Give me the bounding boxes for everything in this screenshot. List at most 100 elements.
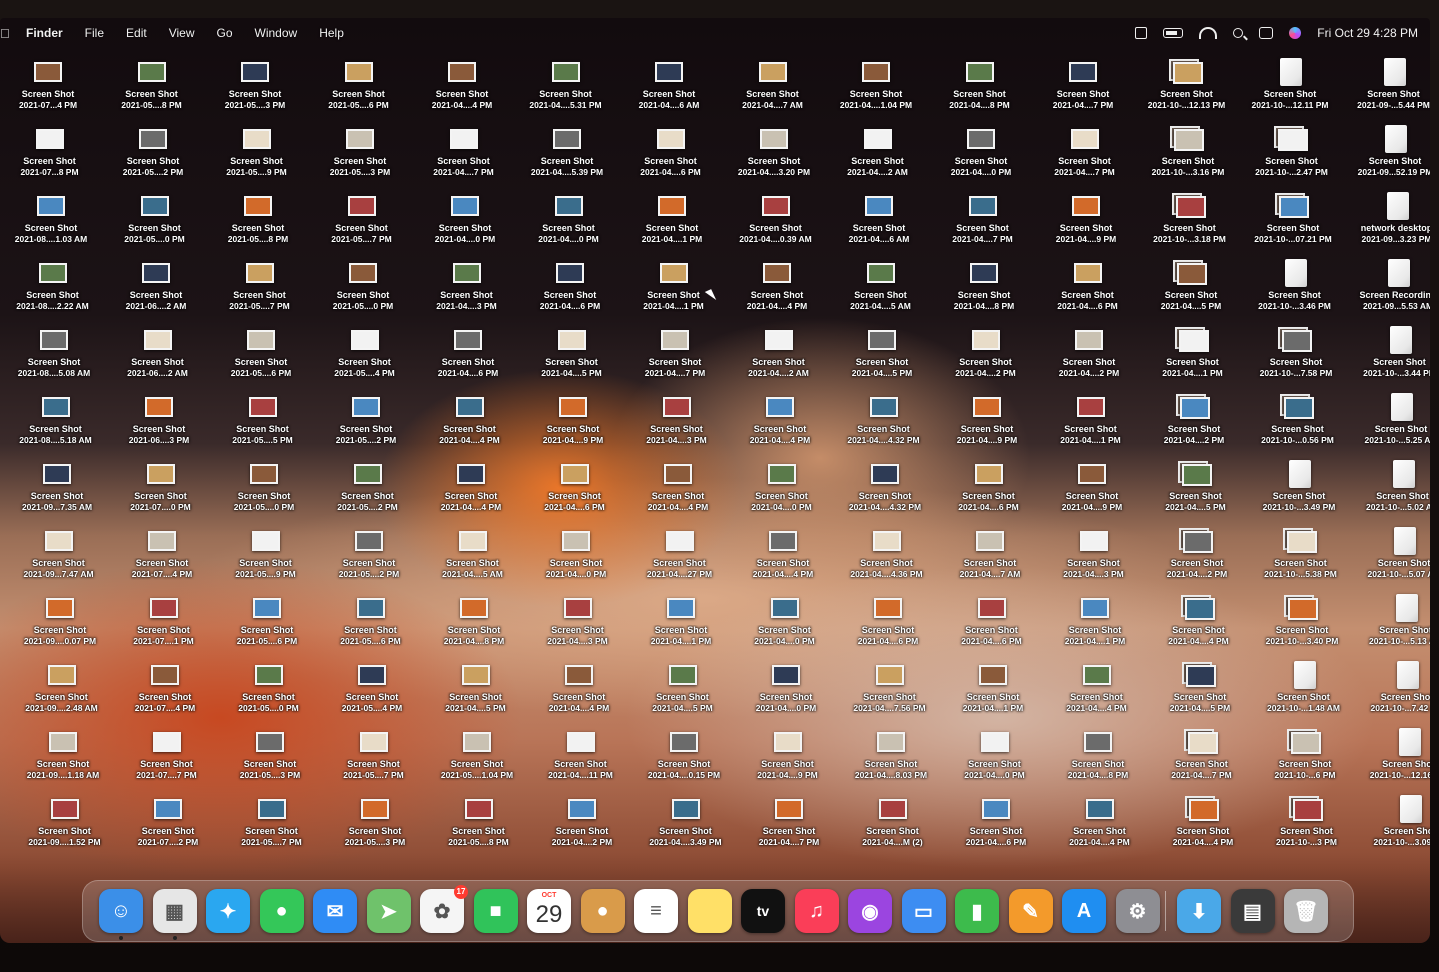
apple-icon[interactable]:  [0,26,12,41]
menu-clock[interactable]: Fri Oct 29 4:28 PM [1317,26,1418,40]
desktop-file-icon[interactable]: Screen Shot 2021-04....M (2) [845,795,941,863]
desktop-file-icon[interactable]: Screen Shot 2021-04....7 PM [627,326,723,394]
desktop-file-icon[interactable]: Screen Shot 2021-05....0 PM [107,192,203,260]
desktop-file-icon[interactable]: Screen Shot 2021-05....2 PM [321,527,417,595]
desktop-file-icon[interactable]: Screen Shot 2021-10-...0.56 PM [1250,393,1346,461]
desktop-file-icon[interactable]: Screen Shot 2021-04....3 PM [1046,527,1142,595]
desktop-file-icon[interactable]: Screen Shot 2021-05....7 PM [212,259,308,327]
desktop-file-icon[interactable]: Screen Shot 2021-10-...3.44 PM [1352,326,1430,394]
desktop-file-icon[interactable]: Screen Shot 2021-04....4 PM [423,460,519,528]
dock-launchpad-icon[interactable]: ▦ [152,889,197,933]
dock-podcasts-icon[interactable]: ◉ [848,889,892,933]
spotlight-icon[interactable] [1233,28,1244,38]
desktop-file-icon[interactable]: Screen Shot 2021-04....27 PM [632,527,728,595]
desktop-file-icon[interactable]: Screen Shot 2021-10-...1.48 AM [1256,661,1352,729]
desktop-file-icon[interactable]: Screen Shot 2021-04....8 PM [426,594,522,662]
desktop-file-icon[interactable]: Screen Shot 2021-04....6 PM [527,460,623,528]
desktop-file-icon[interactable]: Screen Shot 2021-04....2 PM [534,795,630,863]
desktop-file-icon[interactable]: Screen Shot 2021-04....0 PM [738,661,834,729]
menu-edit[interactable]: Edit [126,26,147,40]
desktop-file-icon[interactable]: Screen Shot 2021-09....1.18 AM [15,728,111,796]
desktop-file-icon[interactable]: Screen Shot 2021-04....4 PM [1155,795,1251,863]
desktop-file-icon[interactable]: Screen Shot 2021-06....3 PM [111,393,207,461]
desktop-file-icon[interactable]: Screen Shot 2021-04....0 PM [417,192,513,260]
desktop-file-icon[interactable]: Screen Shot 2021-07....7 PM [119,728,215,796]
desktop-file-icon[interactable]: Screen Shot 2021-05....8 PM [104,58,200,126]
desktop-file-icon[interactable]: Screen Shot 2021-09....1.52 PM [17,795,113,863]
desktop-file-icon[interactable]: Screen Shot 2021-04....7 PM [1037,125,1133,193]
desktop-file-icon[interactable]: Screen Shot 2021-04....3 PM [530,594,626,662]
desktop-file-icon[interactable]: Screen Shot 2021-05....0 PM [315,259,411,327]
desktop-file-icon[interactable]: Screen Shot 2021-10-...3.49 PM [1251,460,1347,528]
desktop-file-icon[interactable]: Screen Shot 2021-04....6 AM [831,192,927,260]
desktop-file-icon[interactable]: Screen Shot 2021-10-...3.40 PM [1254,594,1350,662]
desktop-file-icon[interactable]: Screen Shot 2021-06....2 AM [108,259,204,327]
desktop-file-icon[interactable]: Screen Shot 2021-05....0 PM [221,661,317,729]
desktop-file-icon[interactable]: Screen Shot 2021-05....7 PM [224,795,320,863]
desktop-file-icon[interactable]: Screen Shot2021-10-...5.25 AM [1353,393,1430,461]
desktop-file-icon[interactable]: Screen Shot 2021-04....3.20 PM [726,125,822,193]
desktop-file-icon[interactable]: Screen Shot 2021-09-...5.44 PM [1346,58,1431,126]
menu-go[interactable]: Go [217,26,233,40]
desktop-file-icon[interactable]: Screen Shot 2021-09...52.19 PM [1347,125,1430,193]
desktop-file-icon[interactable]: Screen Shot 2021-04....0.39 AM [728,192,824,260]
desktop-file-icon[interactable]: Screen Shot 2021-04....5 PM [1143,259,1239,327]
desktop-file-icon[interactable]: Screen Shot 2021-05....2 PM [318,393,414,461]
desktop-file-icon[interactable]: Screen Shot 2021-04....2 PM [1041,326,1137,394]
desktop-file-icon[interactable]: Screen Shot 2021-09....0.07 PM [12,594,108,662]
dock-maps-icon[interactable]: ➤ [366,889,411,933]
desktop-file-icon[interactable]: Screen Shot 2021-05....3 PM [327,795,423,863]
desktop-file-icon[interactable]: Screen Shot 2021-04....6 PM [1040,259,1136,327]
desktop-file-icon[interactable]: Screen Shot 2021-04....4 PM [1049,661,1145,729]
desktop-file-icon[interactable]: Screen Shot 2021-04....7.56 PM [842,661,938,729]
desktop-file-icon[interactable]: Screen Shot 2021-10-...3 PM [1259,795,1355,863]
desktop-file-icon[interactable]: Screen Shot2021-10-...3.09 AM [1362,795,1430,863]
keyboard-icon[interactable] [1135,27,1148,39]
desktop-file-icon[interactable]: Screen Shot 2021-04....4 PM [1052,795,1148,863]
dock-recent-screenshots-icon[interactable]: ▤ [1230,889,1275,933]
desktop-file-icon[interactable]: Screen Shot 2021-04....4 PM [422,393,518,461]
desktop-file-icon[interactable]: Screen Shot 2021-10-...12.13 PM [1139,58,1235,126]
dock-safari-icon[interactable]: ✦ [206,889,250,933]
desktop-file-icon[interactable]: Screen Shot 2021-04....8 PM [1050,728,1146,796]
dock-photos-icon[interactable]: ✿ 17 [420,885,468,933]
desktop-file-icon[interactable]: Screen Shot 2021-04....0 PM [933,125,1029,193]
desktop-file-icon[interactable]: Screen Shot 2021-04....11 PM [533,728,629,796]
desktop-file-icon[interactable]: Screen Shot 2021-04....1 PM [633,594,729,662]
desktop-file-icon[interactable]: Screen Shot 2021-05....6 PM [219,594,315,662]
desktop-file-icon[interactable]: Screen Shot 2021-10-...3.46 PM [1247,259,1343,327]
desktop-file-icon[interactable]: Screen Shot 2021-09....2.48 AM [14,661,110,729]
desktop-file-icon[interactable]: Screen Shot 2021-10-...2.47 PM [1244,125,1340,193]
desktop-file-icon[interactable]: Screen Shot 2021-04....6 PM [944,594,1040,662]
desktop-file-icon[interactable]: Screen Shot 2021-04....1.04 PM [828,58,924,126]
desktop-file-icon[interactable]: Screen Shot 2021-05....7 PM [314,192,410,260]
desktop-file-icon[interactable]: Screen Shot 2021-04....7 PM [416,125,512,193]
desktop-file-icon[interactable]: Screen Shot 2021-04....4 PM [1151,594,1247,662]
desktop-file-icon[interactable]: Screen Shot 2021-04....0 PM [528,527,624,595]
menu-window[interactable]: Window [255,26,298,40]
desktop-file-icon[interactable]: Screen Recording 2021-09...5.53 AM [1350,259,1430,327]
desktop-file-icon[interactable]: Screen Shot 2021-04....2 AM [830,125,926,193]
dock-mail-icon[interactable]: ✉ [313,889,357,933]
desktop-file-icon[interactable]: Screen Shot 2021-04....4 PM [732,393,828,461]
desktop-file-icon[interactable]: Screen Shot2021-10-...7.42 AM [1359,661,1430,729]
desktop-file-icon[interactable]: Screen Shot 2021-05....2 PM [320,460,416,528]
desktop-file-icon[interactable]: Screen Shot 2021-04....3.49 PM [638,795,734,863]
desktop-file-icon[interactable]: Screen Shot 2021-04....4 PM [531,661,627,729]
desktop-file-icon[interactable]: Screen Shot 2021-05....6 PM [323,594,419,662]
dock-calendar-icon[interactable]: OCT 29 [527,889,571,933]
desktop-file-icon[interactable]: Screen Shot 2021-07....1 PM [116,594,212,662]
desktop-file-icon[interactable]: Screen Shot 2021-04....5 PM [1148,460,1244,528]
desktop-file-icon[interactable]: Screen Shot 2021-04....6 PM [941,460,1037,528]
desktop-file-icon[interactable]: Screen Shot 2021-07....4 PM [117,661,213,729]
desktop-file-icon[interactable]: Screen Shot 2021-04....1 PM [1047,594,1143,662]
desktop-file-icon[interactable]: Screen Shot2021-10-...12.16 PM [1361,728,1430,796]
desktop-file-icon[interactable]: Screen Shot 2021-07...8 PM [2,125,98,193]
desktop-file-icon[interactable]: Screen Shot 2021-04....0.15 PM [636,728,732,796]
desktop-file-icon[interactable]: Screen Shot 2021-10-...6 PM [1257,728,1353,796]
desktop-file-icon[interactable]: Screen Shot 2021-04....5 PM [428,661,524,729]
dock-messages-icon[interactable]: ● [259,889,304,933]
desktop-file-icon[interactable]: Screen Shot 2021-04....1 PM [1043,393,1139,461]
desktop-file-icon[interactable]: Screen Shot 2021-04....8.03 PM [843,728,939,796]
battery-icon[interactable] [1163,28,1184,38]
